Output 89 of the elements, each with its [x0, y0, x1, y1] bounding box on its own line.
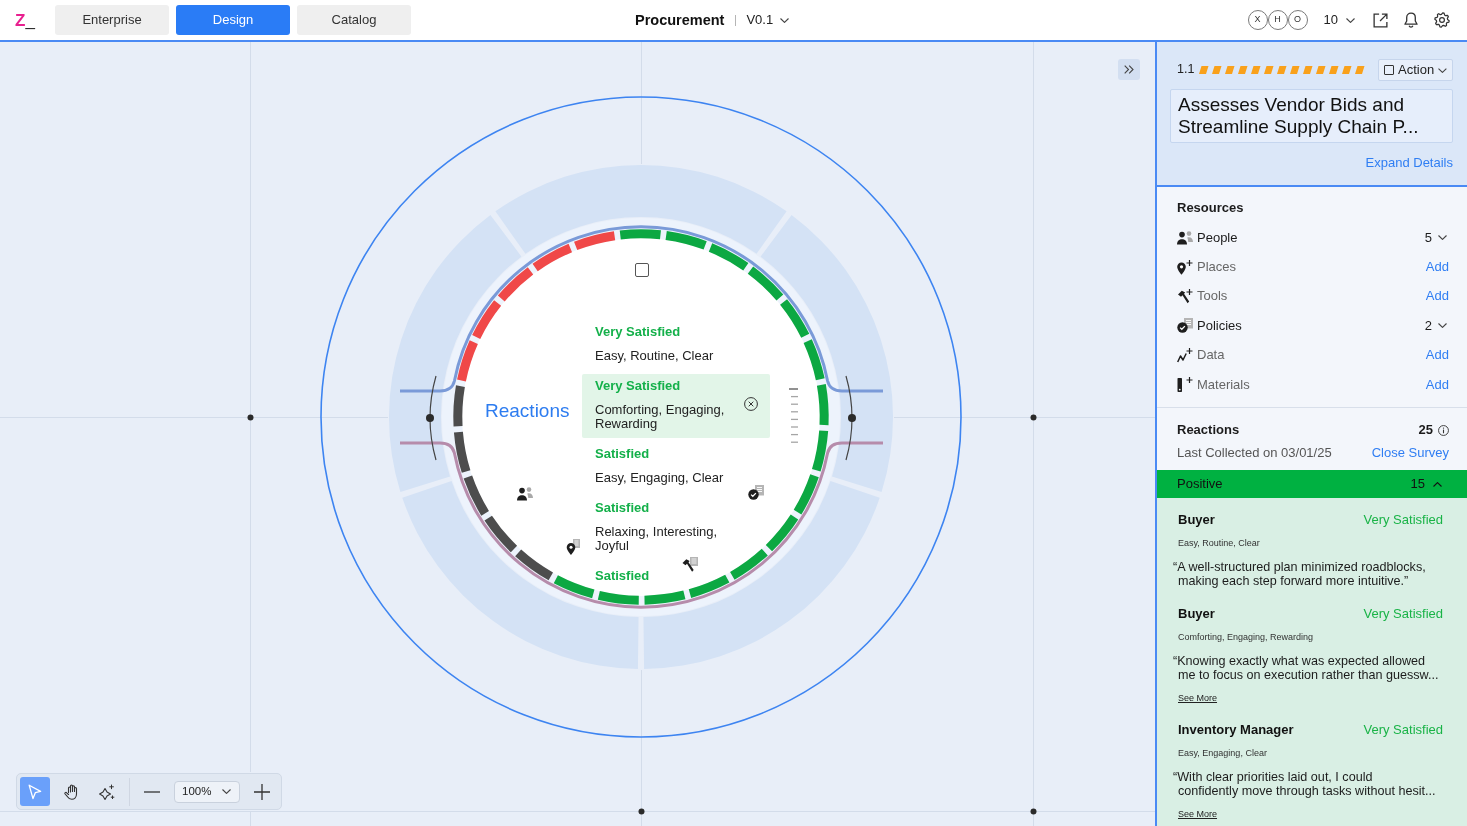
minus-icon	[144, 790, 160, 793]
resource-label: People	[1197, 229, 1238, 246]
plus-icon	[254, 783, 270, 800]
hand-icon	[63, 783, 79, 800]
feelings-text: Easy, Engaging, Clear	[1178, 747, 1267, 759]
chevron-down-icon	[1438, 67, 1447, 73]
version-dropdown[interactable]: V0.1	[746, 11, 790, 29]
cursor-icon	[28, 783, 42, 800]
reaction-list-item[interactable]: Very Satisfied Comforting, Engaging, Rewarding	[582, 374, 770, 438]
check-document-icon	[748, 485, 764, 500]
feelings-text: Comforting, Engaging, Rewarding	[1178, 631, 1314, 643]
last-collected-text: Last Collected on 03/01/25	[1177, 445, 1332, 461]
line-chart-plus-icon	[1177, 347, 1193, 363]
respondent-role: Buyer	[1178, 512, 1215, 528]
chevron-down-icon	[1438, 323, 1447, 329]
resource-count-dropdown[interactable]: 2	[1424, 317, 1449, 334]
resource-label: Tools	[1197, 288, 1228, 305]
people-icon	[1177, 230, 1193, 245]
see-more-link[interactable]: See More	[1178, 809, 1218, 819]
satisfaction-rating: Very Satisfied	[1363, 722, 1443, 738]
reaction-total: 25	[1418, 422, 1433, 438]
collapse-panel-button[interactable]	[1118, 59, 1140, 80]
info-icon	[1438, 424, 1449, 436]
respondent-role: Inventory Manager	[1178, 722, 1294, 738]
external-link-icon[interactable]	[1373, 12, 1388, 28]
sparkles-icon	[99, 783, 115, 800]
quote-text: “With clear priorities laid out, I could confidently move through tasks without hesit...	[1173, 770, 1436, 798]
add-link[interactable]: Add	[1425, 258, 1449, 276]
reaction-list-item[interactable]: Satisfied Easy, Engaging, Clear	[595, 442, 724, 485]
chevron-down-icon	[222, 789, 231, 794]
step-number: 1.1	[1177, 62, 1195, 78]
chevron-down-icon	[1346, 17, 1355, 23]
add-link[interactable]: Add	[1425, 376, 1449, 393]
chevrons-right-icon	[1124, 65, 1134, 74]
tube-plus-icon	[1177, 377, 1193, 393]
map-pin-plus-icon	[1177, 259, 1193, 275]
user-avatar[interactable]: O	[1287, 10, 1308, 30]
node-dot-icon	[426, 414, 434, 422]
satisfaction-rating: Very Satisfied	[1363, 606, 1443, 622]
workspace-tab[interactable]: Design	[176, 5, 290, 35]
hammer-plus-icon	[1177, 288, 1193, 304]
node-dot-icon	[1030, 808, 1037, 815]
reaction-list-item[interactable]: Very Satisfied Easy, Routine, Clear	[595, 320, 714, 363]
check-document-icon	[1177, 318, 1193, 334]
workspace-tab[interactable]: Enterprise	[55, 5, 169, 35]
reaction-list-item[interactable]: Satisfied Relaxing, Interesting, Joyful	[595, 496, 745, 553]
section-heading: Resources	[1177, 200, 1245, 216]
node-dot-icon	[247, 414, 254, 421]
close-survey-link[interactable]: Close Survey	[1371, 445, 1449, 461]
node-dot-icon	[848, 414, 856, 422]
respondent-role: Buyer	[1178, 606, 1215, 622]
logo: Z_	[15, 11, 36, 29]
project-title: Procurement	[635, 10, 725, 30]
resource-label: Places	[1197, 258, 1237, 276]
checkbox[interactable]	[1384, 65, 1394, 75]
node-dot-icon	[638, 808, 645, 815]
people-icon	[517, 487, 533, 501]
zoom-select[interactable]: 100%	[174, 780, 240, 803]
add-link[interactable]: Add	[1425, 288, 1449, 305]
satisfaction-rating: Very Satisfied	[1363, 512, 1443, 528]
step-title: Assesses Vendor Bids and Streamline Supply Chain P...	[1170, 89, 1453, 143]
section-heading: Reactions	[1177, 422, 1240, 438]
close-icon[interactable]	[744, 397, 758, 411]
quote-text: “A well-structured plan minimized roadblocks, making each step forward more intuitive.”	[1173, 560, 1426, 588]
bell-icon[interactable]	[1404, 12, 1418, 28]
user-avatar[interactable]: X	[1247, 10, 1268, 30]
workspace-tab[interactable]: Catalog	[297, 5, 411, 35]
action-dropdown[interactable]: Action	[1378, 59, 1453, 81]
settings-icon[interactable]	[1434, 12, 1450, 28]
feelings-text: Easy, Routine, Clear	[1178, 537, 1260, 549]
user-avatar[interactable]: H	[1267, 10, 1288, 30]
count-dropdown[interactable]: 10	[1323, 11, 1355, 29]
checkbox[interactable]	[635, 263, 649, 277]
node-dot-icon	[1030, 414, 1037, 421]
chevron-down-icon	[780, 17, 790, 23]
see-more-link[interactable]: See More	[1178, 693, 1218, 703]
add-link[interactable]: Add	[1425, 347, 1449, 364]
map-pin-document-icon	[566, 539, 580, 555]
positive-group-header[interactable]: Positive 15	[1157, 470, 1467, 498]
resource-label: Data	[1197, 347, 1225, 364]
resource-label: Policies	[1197, 317, 1242, 334]
chevron-down-icon	[1438, 235, 1447, 241]
resource-label: Materials	[1197, 376, 1250, 393]
chevron-up-icon	[1433, 481, 1442, 487]
hammer-document-icon	[682, 557, 698, 572]
quote-text: “Knowing exactly what was expected allowed me to focus on execution rather than guessw...	[1173, 654, 1439, 682]
scroll-ticks-icon	[789, 388, 798, 444]
resource-count-dropdown[interactable]: 5	[1424, 229, 1449, 246]
dial-title: Reactions	[485, 399, 570, 423]
